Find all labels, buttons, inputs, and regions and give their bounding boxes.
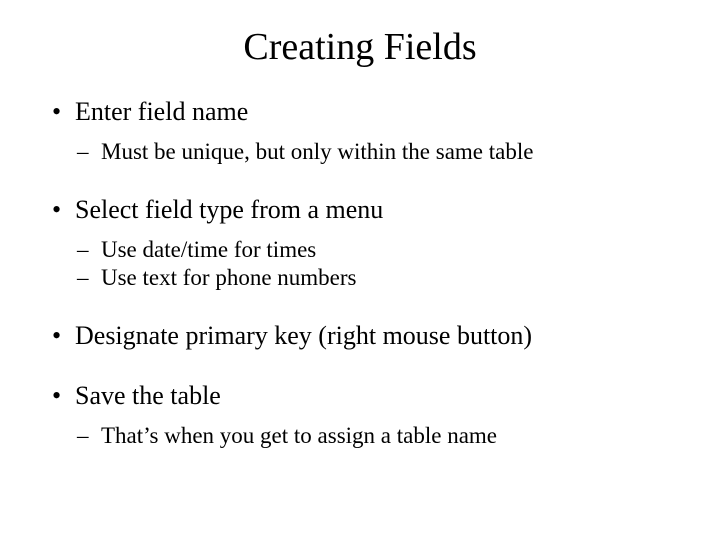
- sub-bullet-text: That’s when you get to assign a table na…: [101, 423, 497, 448]
- slide-title: Creating Fields: [50, 25, 670, 69]
- list-item: Use date/time for times: [75, 237, 670, 263]
- sub-bullet-list: Use date/time for times Use text for pho…: [75, 237, 670, 291]
- bullet-text: Designate primary key (right mouse butto…: [75, 321, 532, 350]
- bullet-list: Enter field name Must be unique, but onl…: [50, 97, 670, 449]
- list-item: Select field type from a menu Use date/t…: [50, 195, 670, 291]
- sub-bullet-text: Must be unique, but only within the same…: [101, 139, 533, 164]
- list-item: Designate primary key (right mouse butto…: [50, 321, 670, 351]
- slide: Creating Fields Enter field name Must be…: [0, 0, 720, 540]
- sub-bullet-text: Use text for phone numbers: [101, 265, 357, 290]
- list-item: Save the table That’s when you get to as…: [50, 381, 670, 449]
- sub-bullet-list: That’s when you get to assign a table na…: [75, 423, 670, 449]
- bullet-text: Select field type from a menu: [75, 195, 383, 224]
- sub-bullet-list: Must be unique, but only within the same…: [75, 139, 670, 165]
- list-item: Must be unique, but only within the same…: [75, 139, 670, 165]
- list-item: That’s when you get to assign a table na…: [75, 423, 670, 449]
- bullet-text: Enter field name: [75, 97, 248, 126]
- bullet-text: Save the table: [75, 381, 221, 410]
- list-item: Use text for phone numbers: [75, 265, 670, 291]
- list-item: Enter field name Must be unique, but onl…: [50, 97, 670, 165]
- sub-bullet-text: Use date/time for times: [101, 237, 316, 262]
